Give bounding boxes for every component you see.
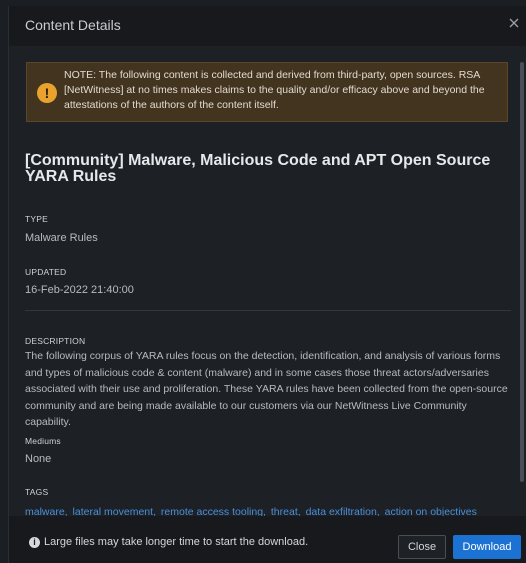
close-button[interactable]: Close	[398, 535, 446, 559]
updated-value: 16-Feb-2022 21:40:00	[25, 284, 134, 296]
tag-link[interactable]: remote access tooling,	[161, 506, 266, 516]
tag-link[interactable]: action on objectives	[385, 506, 477, 516]
content-details-dialog: Content Details ! NOTE: The following co…	[8, 6, 526, 563]
description-text: The following corpus of YARA rules focus…	[25, 350, 508, 428]
scrollbar[interactable]	[520, 62, 524, 482]
notice-text: NOTE: The following content is collected…	[64, 69, 485, 111]
tags-list: malware, lateral movement, remote access…	[25, 506, 509, 516]
dialog-footer: i Large files may take longer time to st…	[9, 516, 526, 563]
section-divider	[25, 310, 511, 311]
description-label: DESCRIPTION	[25, 336, 86, 346]
type-value: Malware Rules	[25, 232, 98, 244]
mediums-label: Mediums	[25, 436, 61, 446]
tag-link[interactable]: lateral movement,	[73, 506, 156, 516]
tag-link[interactable]: data exfiltration,	[306, 506, 380, 516]
close-icon[interactable]	[506, 15, 522, 31]
content-title: [Community] Malware, Malicious Code and …	[25, 152, 491, 185]
dialog-title: Content Details	[25, 17, 121, 33]
info-icon: i	[29, 537, 40, 548]
third-party-notice: ! NOTE: The following content is collect…	[26, 62, 508, 122]
dialog-header: Content Details	[9, 6, 526, 46]
download-button[interactable]: Download	[453, 535, 521, 559]
dialog-body[interactable]: ! NOTE: The following content is collect…	[9, 46, 526, 516]
tag-link[interactable]: malware,	[25, 506, 68, 516]
warning-icon: !	[37, 83, 57, 103]
updated-label: UPDATED	[25, 267, 67, 277]
tags-label: TAGS	[25, 487, 49, 497]
download-info-text: Large files may take longer time to star…	[44, 536, 309, 548]
type-label: TYPE	[25, 214, 49, 224]
mediums-value: None	[25, 453, 52, 465]
tag-link[interactable]: threat,	[271, 506, 301, 516]
